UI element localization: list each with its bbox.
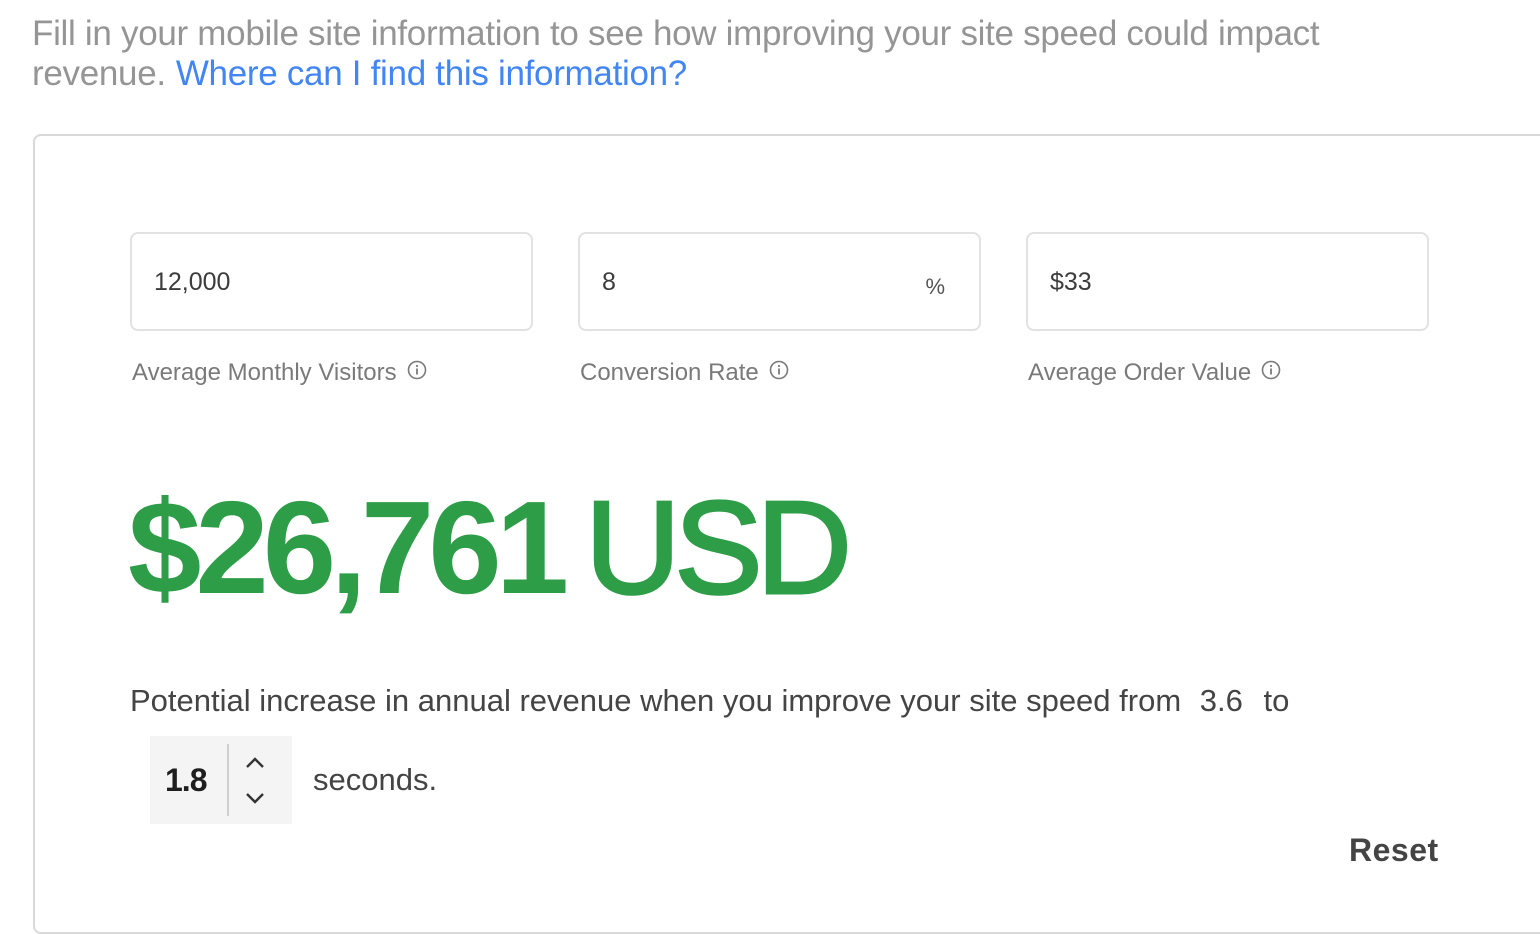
monthly-visitors-box <box>130 232 533 331</box>
chevron-down-icon[interactable] <box>242 788 268 808</box>
description-text: Potential increase in annual revenue whe… <box>130 683 1182 718</box>
conversion-rate-field: % Conversion Rate <box>578 232 981 387</box>
monthly-visitors-input[interactable] <box>154 264 454 300</box>
stepper-divider <box>227 744 229 816</box>
order-value-box <box>1026 232 1429 331</box>
order-value-field: Average Order Value <box>1026 232 1429 387</box>
current-speed-value: 3.6 <box>1199 683 1243 718</box>
info-icon[interactable] <box>1261 360 1281 380</box>
conversion-rate-box: % <box>578 232 981 331</box>
monthly-visitors-label: Average Monthly Visitors <box>132 359 397 386</box>
info-icon[interactable] <box>769 360 789 380</box>
target-speed-value[interactable]: 1.8 <box>165 762 207 799</box>
seconds-label: seconds. <box>313 762 438 797</box>
target-speed-stepper[interactable]: 1.8 <box>150 736 292 824</box>
chevron-up-icon[interactable] <box>242 753 268 773</box>
order-value-label-row: Average Order Value <box>1028 359 1429 387</box>
to-label: to <box>1263 683 1290 718</box>
monthly-visitors-field: Average Monthly Visitors <box>130 232 533 387</box>
monthly-visitors-label-row: Average Monthly Visitors <box>132 359 533 387</box>
conversion-rate-label-row: Conversion Rate <box>580 359 981 387</box>
conversion-rate-input[interactable] <box>602 264 902 300</box>
reset-button[interactable]: Reset <box>1349 832 1439 869</box>
intro-text: Fill in your mobile site information to … <box>32 14 1492 94</box>
percent-suffix: % <box>925 274 945 299</box>
revenue-increase-amount: $26,761 USD <box>128 476 853 619</box>
amount-currency: USD <box>584 474 854 621</box>
conversion-rate-label: Conversion Rate <box>580 359 759 386</box>
result-description: Potential increase in annual revenue whe… <box>130 682 1289 720</box>
order-value-input[interactable] <box>1050 264 1350 300</box>
amount-value: $26,761 <box>128 474 569 621</box>
find-information-link[interactable]: Where can I find this information? <box>176 54 687 93</box>
info-icon[interactable] <box>407 360 427 380</box>
order-value-label: Average Order Value <box>1028 359 1252 386</box>
